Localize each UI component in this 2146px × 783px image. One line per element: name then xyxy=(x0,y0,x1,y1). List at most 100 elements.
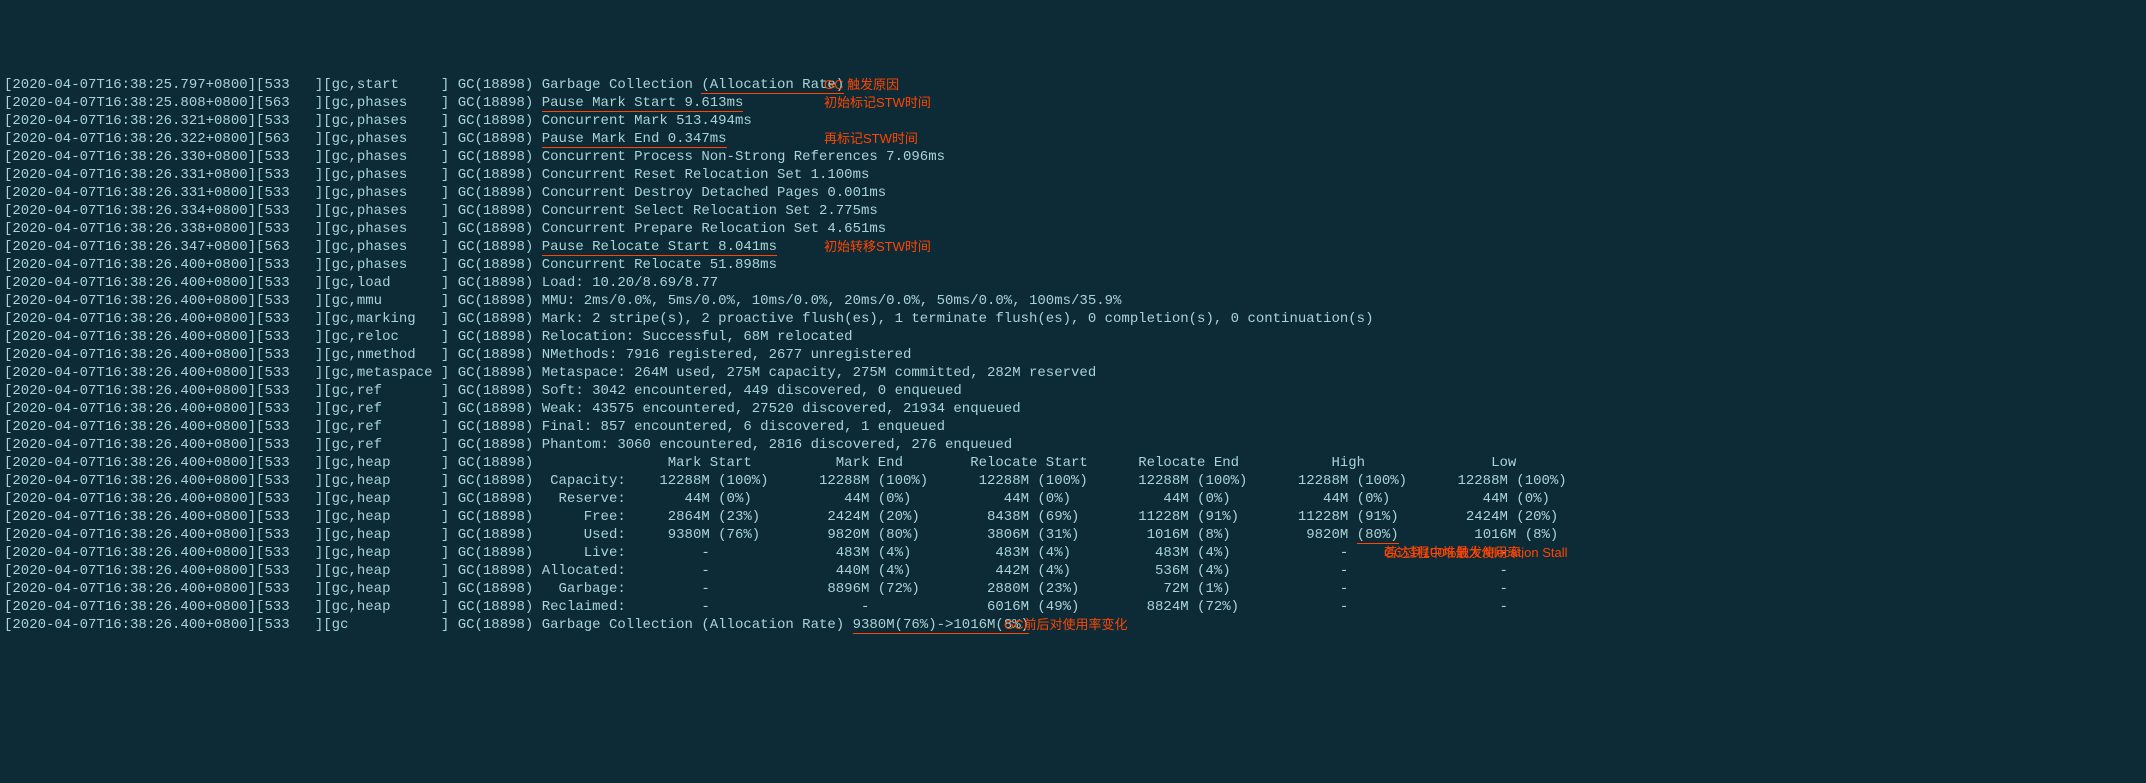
gc-id: GC(18898) xyxy=(458,581,534,597)
log-message: Concurrent Destroy Detached Pages 0.001m… xyxy=(533,185,886,201)
log-line: [2020-04-07T16:38:25.797+0800][533 ][gc,… xyxy=(4,76,2142,94)
timestamp: [2020-04-07T16:38:26.400+0800][533 ] xyxy=(4,527,323,543)
gc-id: GC(18898) xyxy=(458,617,534,633)
timestamp: [2020-04-07T16:38:26.322+0800][563 ] xyxy=(4,131,323,147)
gc-id: GC(18898) xyxy=(458,275,534,291)
log-line: [2020-04-07T16:38:26.331+0800][533 ][gc,… xyxy=(4,184,2142,202)
timestamp: [2020-04-07T16:38:26.400+0800][533 ] xyxy=(4,275,323,291)
gc-id: GC(18898) xyxy=(458,203,534,219)
log-tag: [gc,phases ] xyxy=(323,239,449,255)
log-tag: [gc,marking ] xyxy=(323,311,449,327)
log-message: Weak: 43575 encountered, 27520 discovere… xyxy=(533,401,1020,417)
gc-id: GC(18898) xyxy=(458,347,534,363)
log-tag: [gc,heap ] xyxy=(323,491,449,507)
log-message: Live: - 483M (4%) 483M (4%) 483M (4%) - … xyxy=(533,545,1508,561)
gc-id: GC(18898) xyxy=(458,509,534,525)
log-line: [2020-04-07T16:38:26.347+0800][563 ][gc,… xyxy=(4,238,2142,256)
log-tag: [gc,heap ] xyxy=(323,455,449,471)
log-line: [2020-04-07T16:38:26.330+0800][533 ][gc,… xyxy=(4,148,2142,166)
timestamp: [2020-04-07T16:38:25.808+0800][563 ] xyxy=(4,95,323,111)
log-line: [2020-04-07T16:38:26.338+0800][533 ][gc,… xyxy=(4,220,2142,238)
log-tag: [gc,ref ] xyxy=(323,383,449,399)
timestamp: [2020-04-07T16:38:26.400+0800][533 ] xyxy=(4,509,323,525)
gc-id: GC(18898) xyxy=(458,401,534,417)
log-line: [2020-04-07T16:38:26.400+0800][533 ][gc,… xyxy=(4,310,2142,328)
log-tag: [gc,phases ] xyxy=(323,95,449,111)
log-line: [2020-04-07T16:38:26.400+0800][533 ][gc,… xyxy=(4,400,2142,418)
log-tag: [gc,nmethod ] xyxy=(323,347,449,363)
log-tag: [gc,heap ] xyxy=(323,545,449,561)
gc-id: GC(18898) xyxy=(458,491,534,507)
log-message: Allocated: - 440M (4%) 442M (4%) 536M (4… xyxy=(533,563,1508,579)
gc-id: GC(18898) xyxy=(458,545,534,561)
gc-id: GC(18898) xyxy=(458,599,534,615)
gc-id: GC(18898) xyxy=(458,455,534,471)
gc-id: GC(18898) xyxy=(458,563,534,579)
log-line: [2020-04-07T16:38:26.400+0800][533 ][gc,… xyxy=(4,472,2142,490)
gc-id: GC(18898) xyxy=(458,221,534,237)
timestamp: [2020-04-07T16:38:26.330+0800][533 ] xyxy=(4,149,323,165)
highlighted-text: Pause Mark End 0.347ms xyxy=(542,131,727,148)
log-tag: [gc ] xyxy=(323,617,449,633)
log-tag: [gc,heap ] xyxy=(323,509,449,525)
log-tag: [gc,ref ] xyxy=(323,401,449,417)
log-line: [2020-04-07T16:38:26.400+0800][533 ][gc … xyxy=(4,616,2142,634)
timestamp: [2020-04-07T16:38:26.400+0800][533 ] xyxy=(4,257,323,273)
log-line: [2020-04-07T16:38:26.400+0800][533 ][gc,… xyxy=(4,436,2142,454)
gc-id: GC(18898) xyxy=(458,293,534,309)
log-message xyxy=(533,95,541,111)
timestamp: [2020-04-07T16:38:26.400+0800][533 ] xyxy=(4,311,323,327)
log-tag: [gc,start ] xyxy=(323,77,449,93)
log-message: Final: 857 encountered, 6 discovered, 1 … xyxy=(533,419,945,435)
log-tag: [gc,metaspace ] xyxy=(323,365,449,381)
timestamp: [2020-04-07T16:38:26.400+0800][533 ] xyxy=(4,473,323,489)
log-line: [2020-04-07T16:38:26.322+0800][563 ][gc,… xyxy=(4,130,2142,148)
timestamp: [2020-04-07T16:38:26.400+0800][533 ] xyxy=(4,563,323,579)
log-line: [2020-04-07T16:38:26.400+0800][533 ][gc,… xyxy=(4,346,2142,364)
log-line: [2020-04-07T16:38:26.400+0800][533 ][gc,… xyxy=(4,274,2142,292)
gc-id: GC(18898) xyxy=(458,185,534,201)
log-tag: [gc,load ] xyxy=(323,275,449,291)
log-line: [2020-04-07T16:38:25.808+0800][563 ][gc,… xyxy=(4,94,2142,112)
timestamp: [2020-04-07T16:38:26.400+0800][533 ] xyxy=(4,617,323,633)
gc-id: GC(18898) xyxy=(458,383,534,399)
gc-id: GC(18898) xyxy=(458,365,534,381)
timestamp: [2020-04-07T16:38:26.400+0800][533 ] xyxy=(4,599,323,615)
highlighted-text: Pause Relocate Start 8.041ms xyxy=(542,239,777,256)
log-message: NMethods: 7916 registered, 2677 unregist… xyxy=(533,347,911,363)
timestamp: [2020-04-07T16:38:26.338+0800][533 ] xyxy=(4,221,323,237)
log-line: [2020-04-07T16:38:26.331+0800][533 ][gc,… xyxy=(4,166,2142,184)
timestamp: [2020-04-07T16:38:26.400+0800][533 ] xyxy=(4,581,323,597)
log-message: Garbage Collection (Allocation Rate) xyxy=(533,617,852,633)
log-message: Relocation: Successful, 68M relocated xyxy=(533,329,852,345)
annotation-label: 初始转移STW时间 xyxy=(824,238,931,256)
gc-id: GC(18898) xyxy=(458,437,534,453)
annotation-label: 初始标记STW时间 xyxy=(824,94,931,112)
log-tag: [gc,phases ] xyxy=(323,257,449,273)
timestamp: [2020-04-07T16:38:26.400+0800][533 ] xyxy=(4,437,323,453)
log-message: Phantom: 3060 encountered, 2816 discover… xyxy=(533,437,1012,453)
log-message: Concurrent Select Relocation Set 2.775ms xyxy=(533,203,877,219)
log-line: [2020-04-07T16:38:26.400+0800][533 ][gc,… xyxy=(4,328,2142,346)
timestamp: [2020-04-07T16:38:26.334+0800][533 ] xyxy=(4,203,323,219)
log-line: [2020-04-07T16:38:26.400+0800][533 ][gc,… xyxy=(4,562,2142,580)
log-line: [2020-04-07T16:38:26.400+0800][533 ][gc,… xyxy=(4,292,2142,310)
highlighted-text: (80%) xyxy=(1357,527,1399,544)
log-message: Soft: 3042 encountered, 449 discovered, … xyxy=(533,383,961,399)
log-message: Mark Start Mark End Relocate Start Reloc… xyxy=(533,455,1516,471)
log-tag: [gc,phases ] xyxy=(323,131,449,147)
gc-id: GC(18898) xyxy=(458,149,534,165)
log-message xyxy=(533,239,541,255)
highlighted-text: (Allocation Rate) xyxy=(701,77,844,94)
log-tag: [gc,heap ] xyxy=(323,581,449,597)
log-line: [2020-04-07T16:38:26.400+0800][533 ][gc,… xyxy=(4,418,2142,436)
log-message-tail: 1016M (8%) xyxy=(1399,527,1559,543)
timestamp: [2020-04-07T16:38:26.331+0800][533 ] xyxy=(4,185,323,201)
log-line: [2020-04-07T16:38:26.400+0800][533 ][gc,… xyxy=(4,580,2142,598)
gc-log-output: [2020-04-07T16:38:25.797+0800][533 ][gc,… xyxy=(4,76,2142,634)
gc-id: GC(18898) xyxy=(458,77,534,93)
log-tag: [gc,reloc ] xyxy=(323,329,449,345)
log-message xyxy=(533,131,541,147)
log-line: [2020-04-07T16:38:26.400+0800][533 ][gc,… xyxy=(4,490,2142,508)
gc-id: GC(18898) xyxy=(458,311,534,327)
